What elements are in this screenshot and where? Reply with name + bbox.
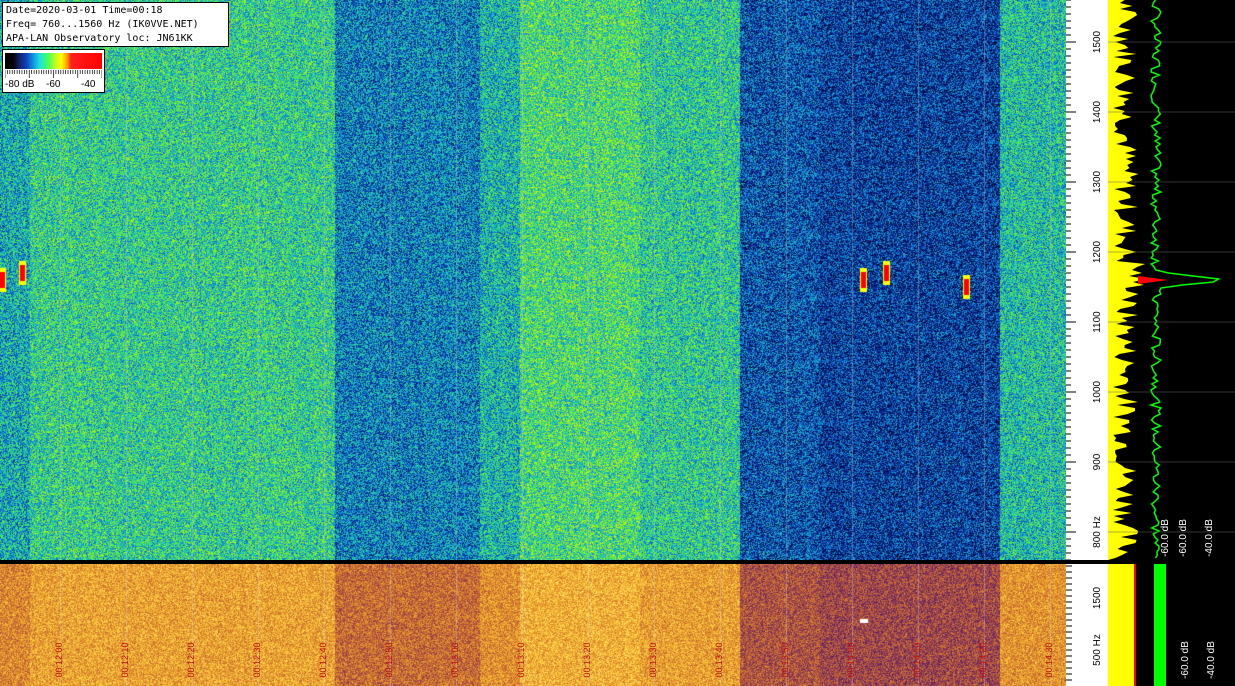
time-tick-label: 00:13:10 — [516, 642, 526, 677]
color-scale-legend: -80 dB -60 -40 — [2, 49, 105, 93]
db-tick-label: -40.0 dB — [1204, 519, 1215, 557]
db-tick-label: -60.0 dB — [1178, 519, 1189, 557]
date-time-label: Date=2020-03-01 Time=00:18 — [6, 5, 163, 16]
lower-freq-tick-label: 500 Hz — [1092, 634, 1103, 666]
time-tick-label: 00:14:10 — [912, 642, 922, 677]
freq-tick-label: 1300 — [1092, 170, 1103, 193]
time-tick-label: 00:13:00 — [450, 642, 460, 677]
time-tick-label: 00:12:30 — [252, 642, 262, 677]
scale-label-min: -80 dB — [5, 79, 35, 90]
panel-divider — [0, 560, 1235, 564]
time-tick-label: 00:14:30 — [1044, 642, 1054, 677]
time-tick-label: 00:12:20 — [186, 642, 196, 677]
time-tick-label: 00:13:30 — [648, 642, 658, 677]
color-scale-ticks — [5, 70, 102, 78]
info-box: Date=2020-03-01 Time=00:18 Freq= 760...1… — [2, 2, 229, 47]
db-tick-label: -60.0 dB — [1160, 519, 1171, 557]
time-tick-label: 00:12:50 — [384, 642, 394, 677]
freq-tick-label: 1400 — [1092, 100, 1103, 123]
time-tick-label: 00:13:40 — [714, 642, 724, 677]
freq-tick-label: 900 — [1092, 453, 1103, 470]
color-scale-bar — [5, 53, 102, 69]
lower-db-tick-label: -60.0 dB — [1180, 641, 1191, 679]
lower-freq-tick-label: 1500 — [1092, 586, 1103, 609]
time-tick-label: 00:12:40 — [318, 642, 328, 677]
freq-tick-label: 1500 — [1092, 30, 1103, 53]
time-tick-label: 00:13:20 — [582, 642, 592, 677]
observatory-label: APA-LAN Observatory loc: JN61KK — [6, 33, 193, 44]
time-tick-label: 00:14:20 — [978, 642, 988, 677]
time-tick-label: 00:12:00 — [54, 642, 64, 677]
time-tick-label: 00:14:00 — [846, 642, 856, 677]
side-panel: 800 Hz 900 1000 1100 1200 1300 1400 1500 500 Hz… — [0, 0, 1235, 686]
frequency-label: Freq= 760...1560 Hz (IK0VVE.NET) — [6, 19, 199, 30]
time-axis-labels: 00:12:00 00:12:10 00:12:20 00:12:30 00:12:40… — [54, 642, 1054, 677]
freq-tick-label: 800 Hz — [1092, 516, 1103, 548]
time-tick-label: 00:12:10 — [120, 642, 130, 677]
lower-spectrum-fill — [1108, 564, 1134, 686]
freq-tick-label: 1100 — [1092, 311, 1103, 333]
lower-spectrum-trace — [1154, 564, 1166, 686]
time-tick-label: 00:13:50 — [780, 642, 790, 677]
lower-db-tick-label: -40.0 dB — [1206, 641, 1217, 679]
scale-label-max: -40 — [81, 79, 96, 90]
freq-tick-label: 1000 — [1092, 380, 1103, 403]
freq-tick-label: 1200 — [1092, 240, 1103, 263]
scale-label-mid: -60 — [46, 79, 61, 90]
spectrogram-display: 800 Hz 900 1000 1100 1200 1300 1400 1500 500 Hz… — [0, 0, 1235, 686]
